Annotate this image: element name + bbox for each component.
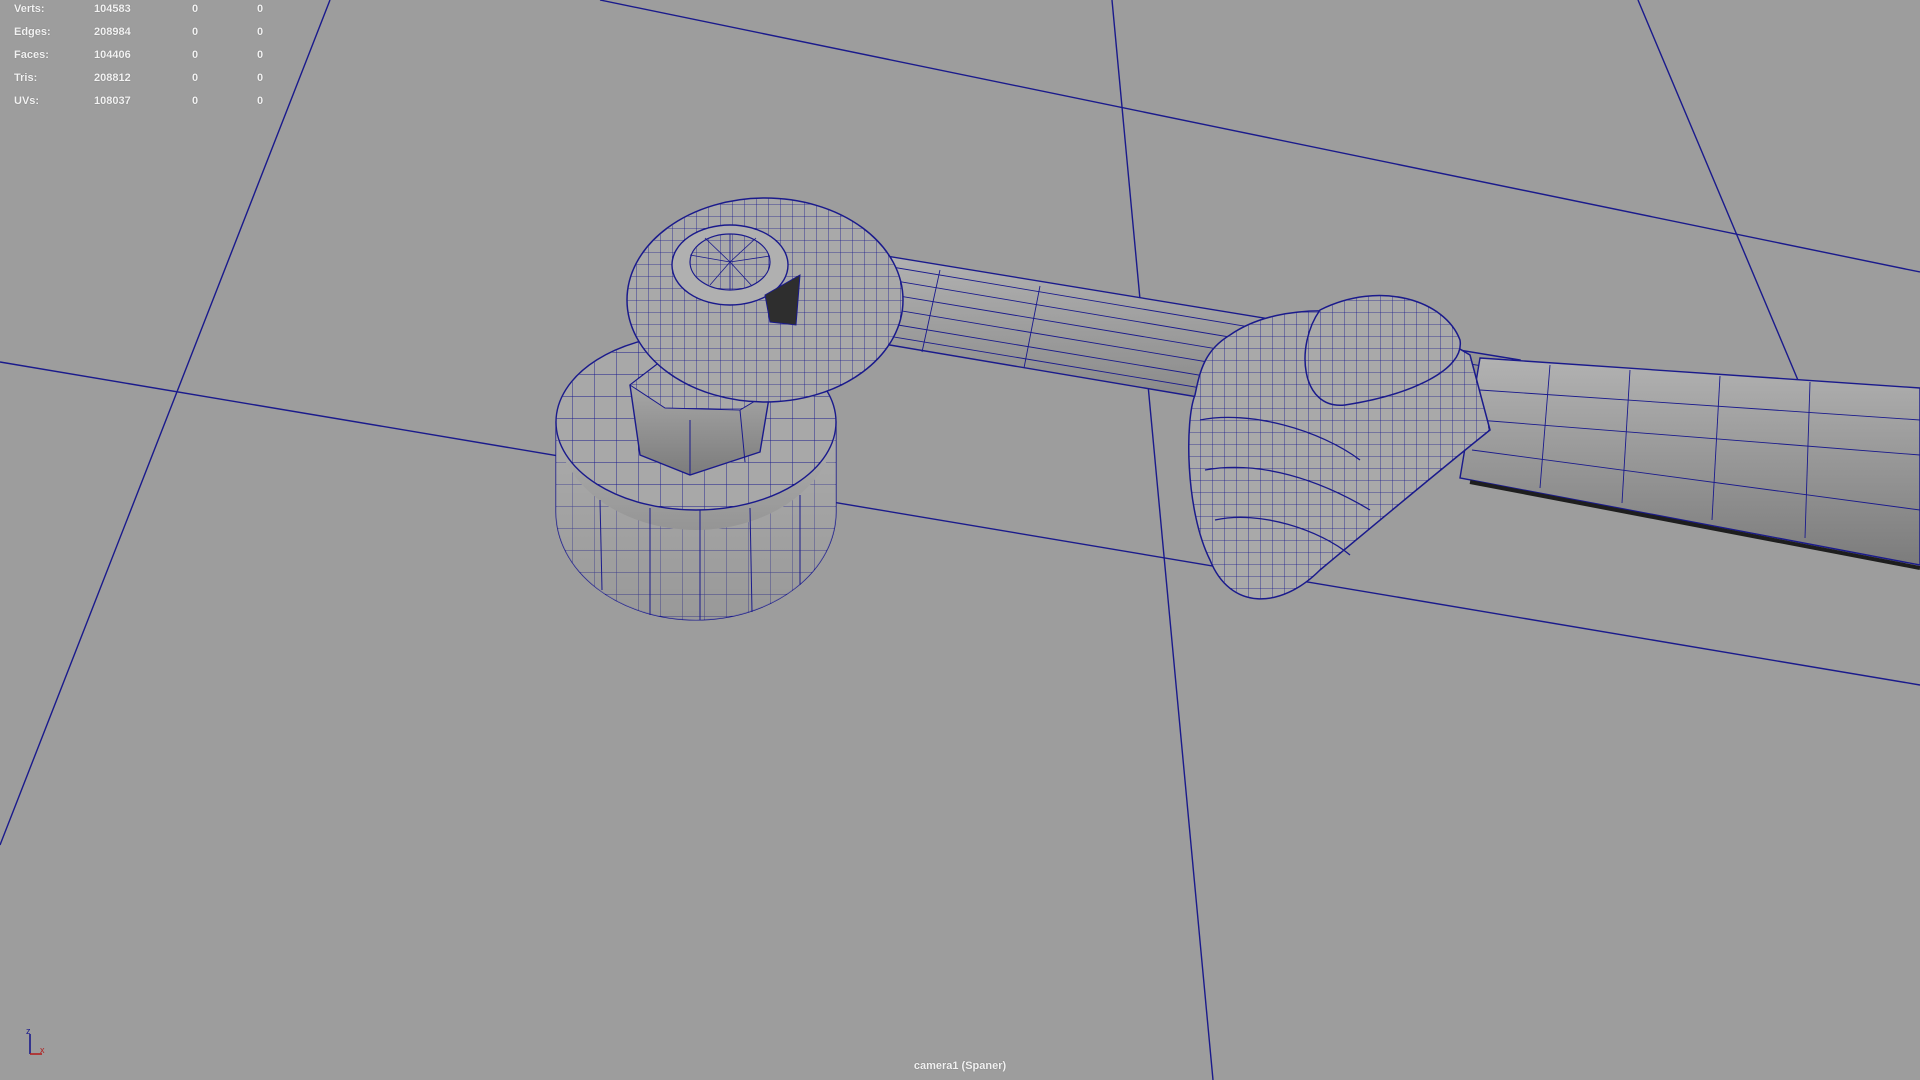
hud-row-verts: Verts: 104583 0 0 (14, 2, 274, 25)
hud-label: Verts: (14, 3, 45, 15)
wrench-head-mesh (626, 197, 904, 403)
maya-viewport[interactable]: z x Verts: 104583 0 0 Edges: 208984 0 0 … (0, 0, 1920, 1080)
scene-canvas[interactable]: z x (0, 0, 1920, 1080)
hud-value: 0 (257, 26, 264, 38)
hud-value: 0 (257, 3, 264, 15)
hand-mesh (1188, 294, 1491, 600)
poly-count-hud: Verts: 104583 0 0 Edges: 208984 0 0 Face… (14, 2, 274, 117)
hud-value: 0 (192, 49, 199, 61)
hud-label: UVs: (14, 95, 40, 107)
hud-label: Faces: (14, 49, 49, 61)
hud-value: 0 (192, 26, 199, 38)
axis-x-label: x (40, 1045, 45, 1055)
hud-value: 0 (257, 95, 264, 107)
hud-value: 208812 (94, 72, 131, 84)
hud-value: 104406 (94, 49, 131, 61)
hud-label: Tris: (14, 72, 38, 84)
ground-grid (0, 0, 1920, 1080)
hud-value: 0 (192, 3, 199, 15)
hud-value: 108037 (94, 95, 131, 107)
hud-label: Edges: (14, 26, 51, 38)
hud-value: 0 (192, 95, 199, 107)
hud-row-tris: Tris: 208812 0 0 (14, 71, 274, 94)
hud-row-uvs: UVs: 108037 0 0 (14, 94, 274, 117)
camera-name-label: camera1 (Spaner) (913, 1060, 1007, 1072)
arm-mesh (1459, 357, 1920, 570)
axis-z-label: z (26, 1026, 31, 1036)
hud-value: 208984 (94, 26, 131, 38)
hud-value: 0 (192, 72, 199, 84)
hud-row-faces: Faces: 104406 0 0 (14, 48, 274, 71)
hud-value: 104583 (94, 3, 131, 15)
hud-value: 0 (257, 72, 264, 84)
hud-value: 0 (257, 49, 264, 61)
hud-row-edges: Edges: 208984 0 0 (14, 25, 274, 48)
